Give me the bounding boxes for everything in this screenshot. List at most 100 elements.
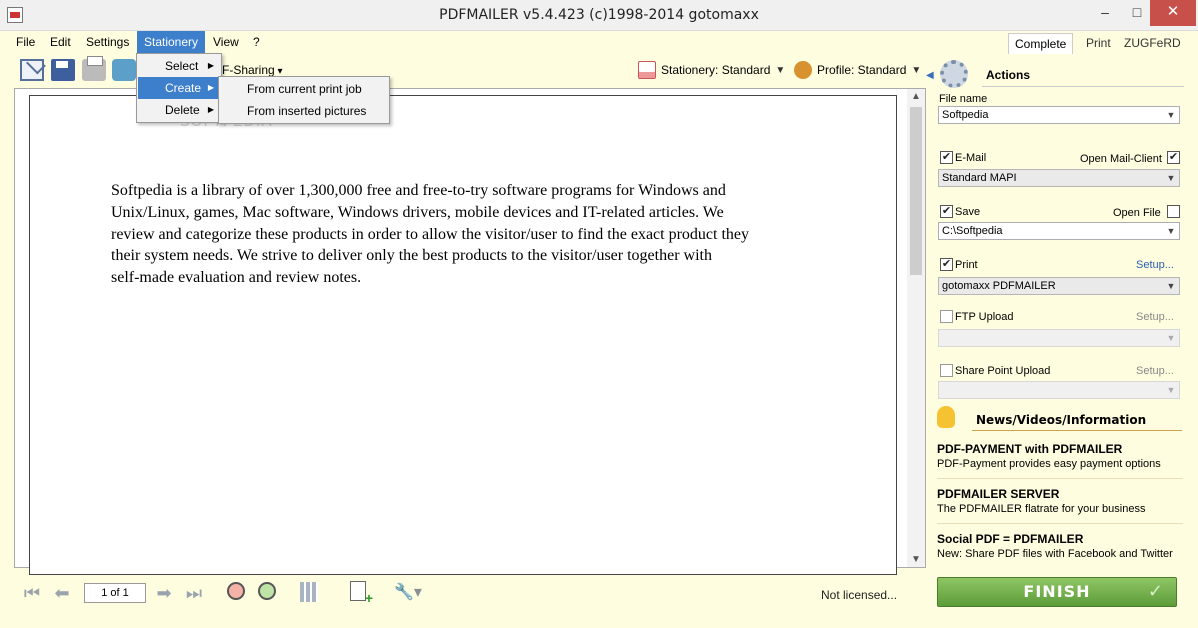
chevron-down-icon: ▼: [1166, 333, 1176, 343]
divider: [982, 86, 1184, 87]
profile-dropdown[interactable]: Profile: Standard ▼: [794, 61, 921, 79]
divider: [972, 430, 1182, 431]
news-summary: New: Share PDF files with Facebook and T…: [937, 548, 1173, 560]
title-bar: PDFMAILER v5.4.423 (c)1998-2014 gotomaxx…: [0, 0, 1198, 31]
tab-zugferd[interactable]: ZUGFeRD: [1118, 33, 1187, 54]
menu-item-label: Create: [165, 81, 202, 95]
tools-icon[interactable]: 🔧▾: [394, 582, 422, 602]
collapse-panel-icon[interactable]: ◀: [926, 70, 934, 81]
open-mail-client-checkbox[interactable]: [1167, 151, 1180, 164]
file-name-label: File name: [939, 93, 988, 105]
chevron-down-icon[interactable]: ▼: [1163, 107, 1179, 123]
sharepoint-upload-label: Share Point Upload: [955, 365, 1051, 377]
first-page-icon[interactable]: ⏮: [22, 584, 42, 604]
save-label: Save: [955, 206, 981, 218]
ftp-upload-label: FTP Upload: [955, 311, 1014, 323]
save-path-value: C:\Softpedia: [942, 225, 1003, 237]
stationery-dropdown[interactable]: Stationery: Standard ▼: [638, 61, 785, 79]
open-file-checkbox[interactable]: [1167, 205, 1180, 218]
profile-icon: [794, 61, 812, 79]
scroll-down-icon[interactable]: ▼: [911, 554, 921, 565]
print-icon[interactable]: [82, 56, 106, 81]
vertical-scrollbar[interactable]: ▲ ▼: [907, 89, 925, 567]
email-checkbox[interactable]: [940, 151, 953, 164]
chevron-down-icon: ▼: [1166, 385, 1176, 395]
save-path-field[interactable]: C:\Softpedia ▼: [938, 222, 1180, 240]
mode-tabs: Complete Print ZUGFeRD: [1008, 33, 1188, 55]
news-headline[interactable]: PDFMAILER SERVER: [937, 487, 1059, 501]
profile-label: Profile: Standard: [817, 63, 907, 77]
menu-item-select[interactable]: Select ▶: [138, 55, 220, 77]
menu-settings[interactable]: Settings: [79, 31, 136, 53]
create-submenu: From current print job From inserted pic…: [218, 76, 390, 124]
save-icon[interactable]: [51, 59, 75, 81]
stationery-menu: Select ▶ Create ▶ Delete ▶: [136, 53, 222, 123]
news-headline[interactable]: Social PDF = PDFMAILER: [937, 532, 1083, 546]
menu-item-from-print-job[interactable]: From current print job: [219, 78, 389, 100]
news-summary: PDF-Payment provides easy payment option…: [937, 458, 1161, 470]
close-button[interactable]: ✕: [1150, 0, 1196, 26]
email-method-select[interactable]: Standard MAPI ▼: [938, 169, 1180, 187]
finish-button[interactable]: FINISH ✓: [937, 577, 1177, 607]
doc-line: Unix/Linux, games, Mac software, Windows…: [111, 203, 724, 221]
next-page-icon[interactable]: ➡: [154, 584, 174, 604]
menu-stationery[interactable]: Stationery: [137, 31, 206, 53]
menu-view[interactable]: View: [206, 31, 246, 53]
fit-page-icon[interactable]: [300, 582, 318, 602]
window-title: PDFMAILER v5.4.423 (c)1998-2014 gotomaxx: [439, 7, 759, 23]
actions-panel: ◀ Actions File name Softpedia ▼ E-Mail O…: [926, 56, 1188, 622]
ftp-select[interactable]: ▼: [938, 329, 1180, 347]
menu-edit[interactable]: Edit: [43, 31, 78, 53]
chevron-down-icon[interactable]: ▼: [1163, 223, 1179, 239]
printer-select[interactable]: gotomaxx PDFMAILER ▼: [938, 277, 1180, 295]
page-navigation-bar: ⏮ ⬅ 1 of 1 ➡ ⏭ 🔧▾ Not licensed...: [14, 572, 926, 616]
scroll-thumb[interactable]: [910, 107, 922, 275]
tab-print[interactable]: Print: [1080, 33, 1117, 54]
maximize-button[interactable]: □: [1122, 0, 1152, 26]
sharepoint-upload-checkbox[interactable]: [940, 364, 953, 377]
ftp-upload-checkbox[interactable]: [940, 310, 953, 323]
menu-item-from-pictures[interactable]: From inserted pictures: [219, 100, 389, 122]
previous-page-icon[interactable]: ⬅: [52, 584, 72, 604]
minimize-button[interactable]: –: [1090, 0, 1120, 26]
menu-item-label: Delete: [165, 103, 200, 117]
ftp-setup-link[interactable]: Setup...: [1136, 311, 1174, 323]
chevron-down-icon: ▼: [1166, 173, 1176, 183]
file-sharing-dropdown[interactable]: F-Sharing: [222, 63, 283, 77]
menu-item-create[interactable]: Create ▶: [138, 77, 220, 99]
zoom-in-icon[interactable]: [258, 582, 276, 600]
menu-file[interactable]: File: [9, 31, 42, 53]
print-checkbox[interactable]: [940, 258, 953, 271]
news-title: News/Videos/Information: [976, 413, 1147, 427]
scroll-up-icon[interactable]: ▲: [911, 91, 921, 102]
add-document-icon[interactable]: [350, 581, 373, 606]
network-icon[interactable]: [112, 59, 136, 81]
document-page: SOFTPEDIA Softpedia is a library of over…: [29, 95, 897, 575]
sharepoint-setup-link[interactable]: Setup...: [1136, 365, 1174, 377]
submenu-arrow-icon: ▶: [207, 105, 214, 114]
file-name-value: Softpedia: [942, 109, 989, 121]
zoom-out-icon[interactable]: [227, 582, 245, 600]
open-mail-client-label: Open Mail-Client: [1080, 153, 1162, 165]
chevron-down-icon: ▼: [775, 64, 786, 76]
sharepoint-select[interactable]: ▼: [938, 381, 1180, 399]
stationery-label: Stationery: Standard: [661, 63, 771, 77]
save-checkbox[interactable]: [940, 205, 953, 218]
submenu-arrow-icon: ▶: [207, 61, 214, 70]
printer-value: gotomaxx PDFMAILER: [942, 280, 1056, 292]
actions-title: Actions: [986, 68, 1031, 82]
print-setup-link[interactable]: Setup...: [1136, 259, 1174, 271]
page-indicator[interactable]: 1 of 1: [84, 583, 146, 603]
menu-item-delete[interactable]: Delete ▶: [138, 99, 220, 121]
doc-line: self-made evaluation and review notes.: [111, 269, 362, 287]
chevron-down-icon: ▼: [911, 64, 922, 76]
file-name-field[interactable]: Softpedia ▼: [938, 106, 1180, 124]
news-summary: The PDFMAILER flatrate for your business: [937, 503, 1146, 515]
email-icon[interactable]: [20, 59, 44, 81]
news-headline[interactable]: PDF-PAYMENT with PDFMAILER: [937, 442, 1122, 456]
last-page-icon[interactable]: ⏭: [184, 584, 204, 604]
tab-complete[interactable]: Complete: [1008, 33, 1074, 54]
menu-help[interactable]: ?: [246, 31, 267, 53]
print-label: Print: [955, 259, 978, 271]
lightbulb-icon: [937, 406, 955, 428]
